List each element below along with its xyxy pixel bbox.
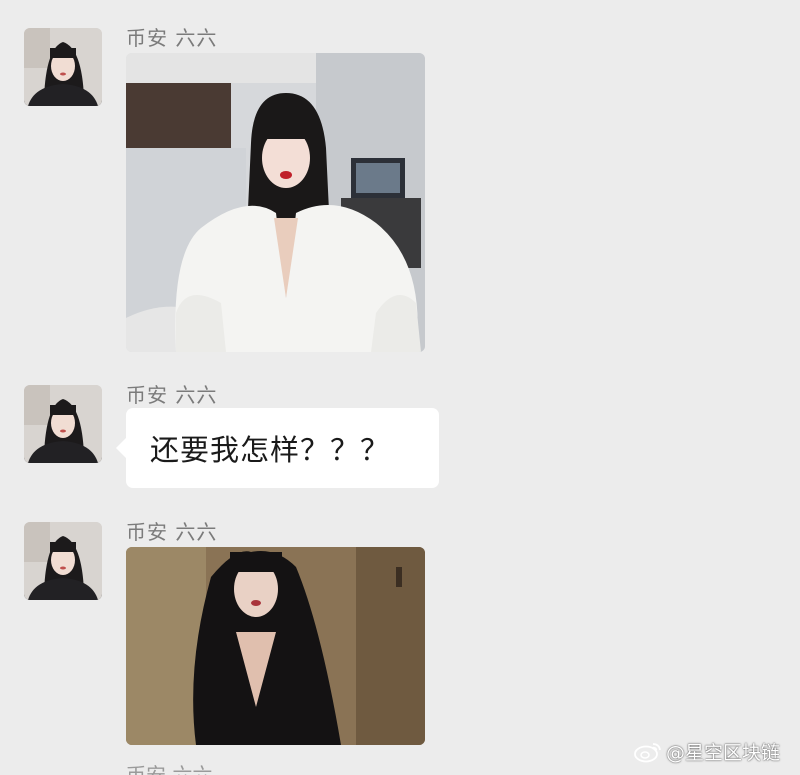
avatar[interactable] [24, 385, 102, 463]
profile-photo-icon [24, 522, 102, 600]
message-bubble[interactable]: 还要我怎样？？？ [116, 408, 439, 488]
message-text: 还要我怎样？？？ [150, 433, 391, 467]
photo-woman-black-top-icon [126, 547, 425, 745]
avatar[interactable] [24, 28, 102, 106]
message-image[interactable] [126, 53, 425, 352]
sender-name: 币安 六六 [126, 26, 218, 50]
message-image[interactable] [126, 547, 425, 745]
photo-woman-white-robe-icon [126, 53, 425, 352]
watermark: @星空区块链 [634, 738, 780, 765]
avatar[interactable] [24, 522, 102, 600]
watermark-text: @星空区块链 [666, 742, 781, 764]
sender-name: 币安 六六 [126, 520, 218, 544]
sender-name: 币安 六六 [126, 764, 212, 775]
sender-name: 币安 六六 [126, 383, 218, 407]
profile-photo-icon [24, 385, 102, 463]
weibo-icon [634, 741, 662, 763]
profile-photo-icon [24, 28, 102, 106]
